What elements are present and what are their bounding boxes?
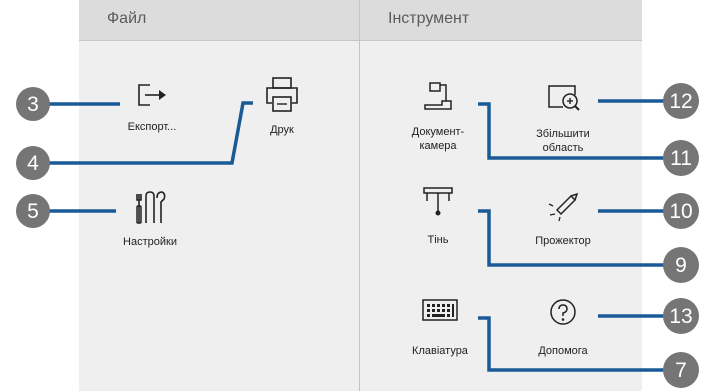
callout-7-number: 7 bbox=[675, 359, 687, 382]
leader-line-11 bbox=[478, 102, 665, 160]
callout-layer: 3 4 5 12 11 10 9 13 7 bbox=[16, 83, 699, 388]
callout-3-number: 3 bbox=[27, 93, 39, 116]
callout-10-number: 10 bbox=[669, 200, 692, 223]
leader-line-9 bbox=[478, 209, 665, 267]
callout-4-number: 4 bbox=[27, 152, 39, 175]
callout-12-number: 12 bbox=[669, 90, 692, 113]
leader-line-4 bbox=[33, 101, 253, 165]
leader-line-7 bbox=[478, 316, 665, 372]
callout-5-number: 5 bbox=[27, 200, 39, 223]
callout-9-number: 9 bbox=[675, 254, 687, 277]
callout-13-number: 13 bbox=[669, 305, 692, 328]
callout-11-number: 11 bbox=[670, 147, 692, 170]
